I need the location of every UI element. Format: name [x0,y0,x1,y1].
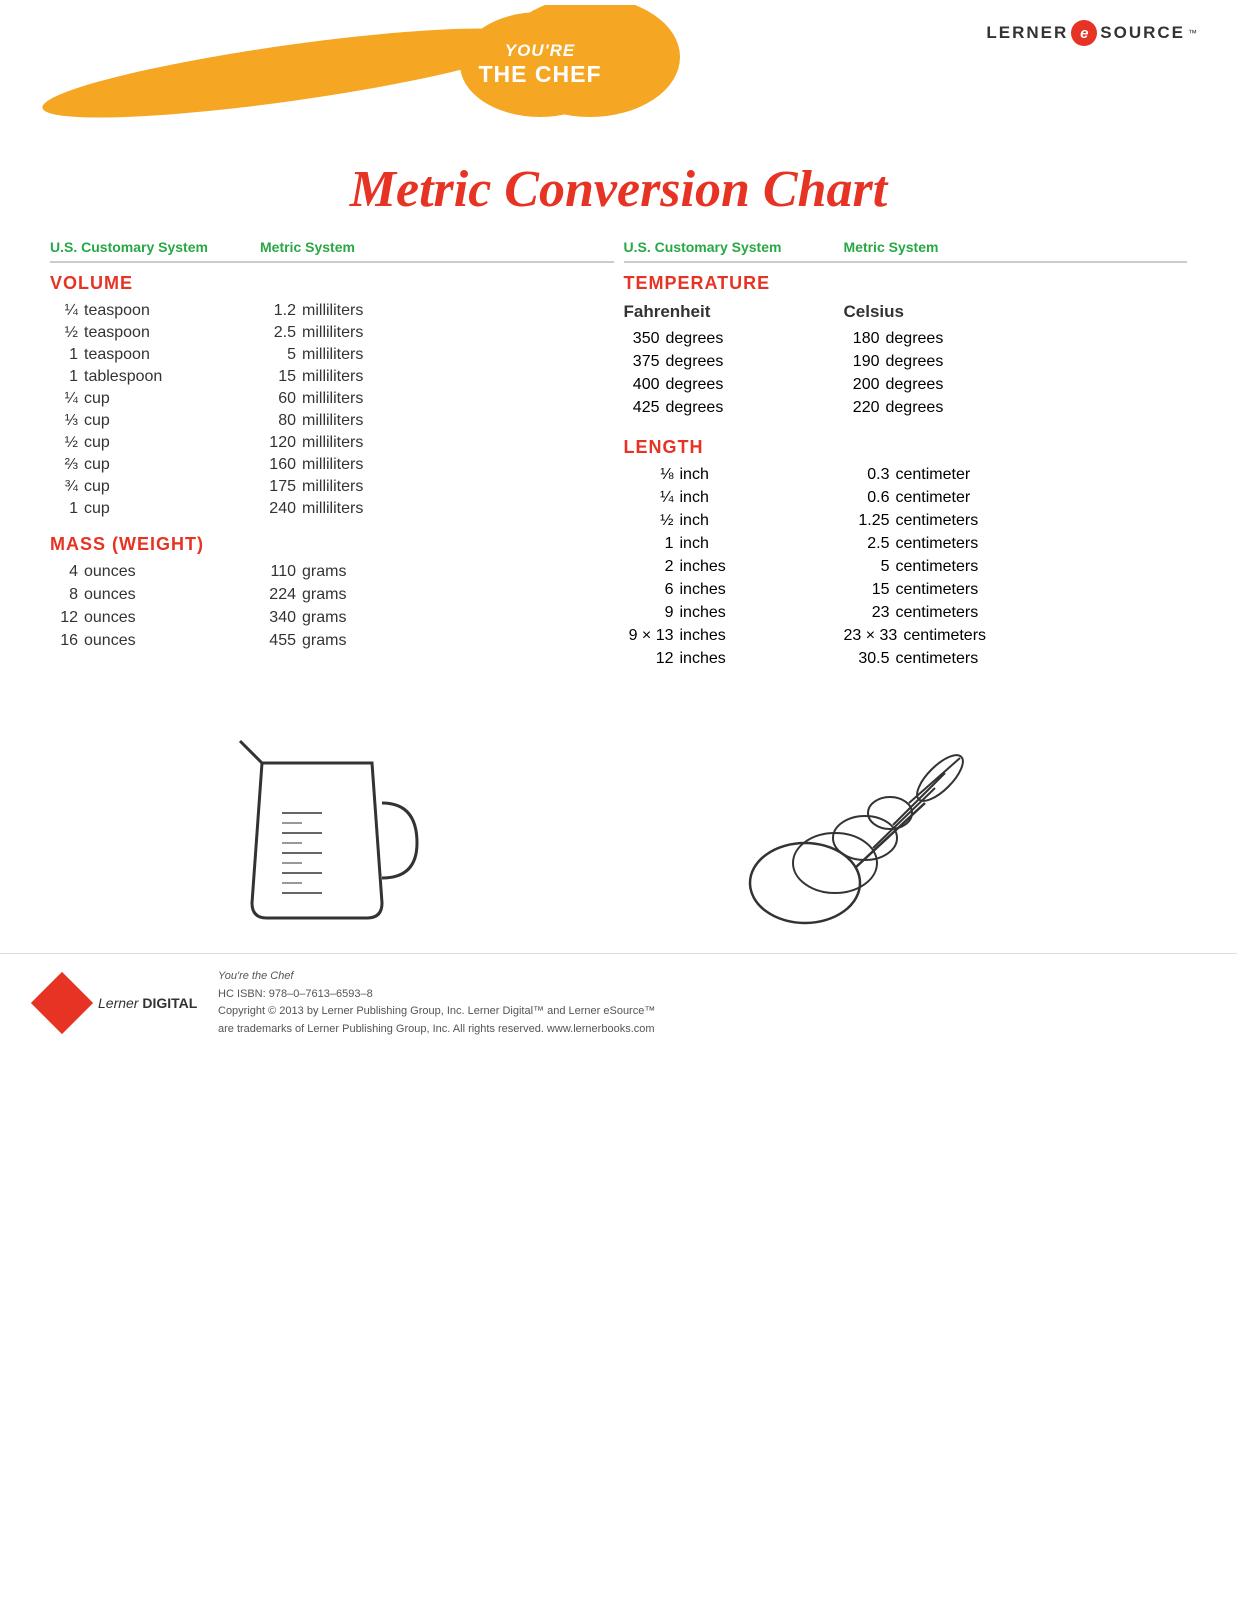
volume-label: VOLUME [50,273,614,294]
page-title-container: Metric Conversion Chart [0,160,1237,219]
page-title: Metric Conversion Chart [0,160,1237,219]
vol-1-us-qty: ¼ [50,302,78,320]
vol-row-1: ¼ teaspoon 1.2 milliliters [50,302,614,320]
length-label: LENGTH [624,437,1188,458]
vol-row-3: 1 teaspoon 5 milliliters [50,346,614,364]
vol-row-7: ½ cup 120 milliliters [50,434,614,452]
e-icon: e [1071,20,1097,46]
vol-row-2: ½ teaspoon 2.5 milliliters [50,324,614,342]
temp-row-3: 400 degrees 200 degrees [624,376,1188,394]
left-col-headers: U.S. Customary System Metric System [50,239,614,263]
len-row-6: 6 inches 15 centimeters [624,581,1188,599]
vol-1-m-unit: milliliters [302,302,363,320]
footer-logo: Lerner DIGITAL [40,981,200,1025]
left-us-header: U.S. Customary System [50,239,260,255]
vol-row-5: ¼ cup 60 milliliters [50,390,614,408]
vol-row-10: 1 cup 240 milliliters [50,500,614,518]
len-row-2: ¼ inch 0.6 centimeter [624,489,1188,507]
footer-brand-text: Lerner DIGITAL [98,995,197,1011]
lerner-brand: LERNER [986,23,1068,43]
cel-label: Celsius [844,302,904,322]
mass-label: MASS (WEIGHT) [50,534,614,555]
temp-subheaders: Fahrenheit Celsius [624,302,1188,322]
right-metric-header: Metric System [844,239,939,255]
right-col-headers: U.S. Customary System Metric System [624,239,1188,263]
left-column: U.S. Customary System Metric System VOLU… [50,239,614,673]
fahr-label: Fahrenheit [624,302,844,322]
temp-row-2: 375 degrees 190 degrees [624,353,1188,371]
left-metric-header: Metric System [260,239,355,255]
vol-row-4: 1 tablespoon 15 milliliters [50,368,614,386]
temperature-label: TEMPERATURE [624,273,1188,294]
measuring-spoons-illustration [725,723,1005,933]
mass-row-2: 8 ounces 224 grams [50,586,614,604]
temp-row-1: 350 degrees 180 degrees [624,330,1188,348]
len-row-8: 9 × 13 inches 23 × 33 centimeters [624,627,1188,645]
source-text: SOURCE [1100,23,1185,43]
footer-digital: DIGITAL [142,995,197,1011]
footer-text: You're the Chef HC ISBN: 978–0–7613–6593… [218,968,655,1038]
footer-rights: are trademarks of Lerner Publishing Grou… [218,1021,655,1039]
mass-row-1: 4 ounces 110 grams [50,563,614,581]
main-content: U.S. Customary System Metric System VOLU… [0,239,1237,673]
footer-isbn: HC ISBN: 978–0–7613–6593–8 [218,986,655,1004]
len-row-5: 2 inches 5 centimeters [624,558,1188,576]
footer-book-title: You're the Chef [218,968,655,986]
len-row-7: 9 inches 23 centimeters [624,604,1188,622]
vol-row-9: ¾ cup 175 milliliters [50,478,614,496]
vol-1-m-qty: 1.2 [260,302,296,320]
footer-copyright: Copyright © 2013 by Lerner Publishing Gr… [218,1003,655,1021]
mass-rows: 4 ounces 110 grams 8 ounces 224 grams [50,563,614,650]
right-column: U.S. Customary System Metric System TEMP… [624,239,1188,673]
measuring-cup-illustration [232,723,422,933]
illustrations [0,713,1237,943]
vol-row-6: ⅓ cup 80 milliliters [50,412,614,430]
chef-badge: YOU'RE THE CHEF [460,12,620,117]
len-row-1: ⅛ inch 0.3 centimeter [624,466,1188,484]
vol-row-8: ⅔ cup 160 milliliters [50,456,614,474]
badge-line2: THE CHEF [479,61,602,88]
footer-diamond [31,972,93,1034]
length-rows: ⅛ inch 0.3 centimeter ¼ inch 0.6 centime… [624,466,1188,668]
footer: Lerner DIGITAL You're the Chef HC ISBN: … [0,953,1237,1052]
vol-1-us-unit: teaspoon [84,302,150,320]
len-row-4: 1 inch 2.5 centimeters [624,535,1188,553]
mass-row-4: 16 ounces 455 grams [50,632,614,650]
footer-lerner: Lerner [98,995,138,1011]
temp-row-4: 425 degrees 220 degrees [624,399,1188,417]
len-row-9: 12 inches 30.5 centimeters [624,650,1188,668]
volume-rows: ¼ teaspoon 1.2 milliliters ½ teaspoon 2.… [50,302,614,518]
lerner-esource-logo: LERNER e SOURCE ™ [986,20,1197,46]
badge-line1: YOU'RE [479,41,602,61]
len-row-3: ½ inch 1.25 centimeters [624,512,1188,530]
temp-rows: 350 degrees 180 degrees 375 degrees 190 … [624,330,1188,417]
mass-row-3: 12 ounces 340 grams [50,609,614,627]
right-us-header: U.S. Customary System [624,239,844,255]
